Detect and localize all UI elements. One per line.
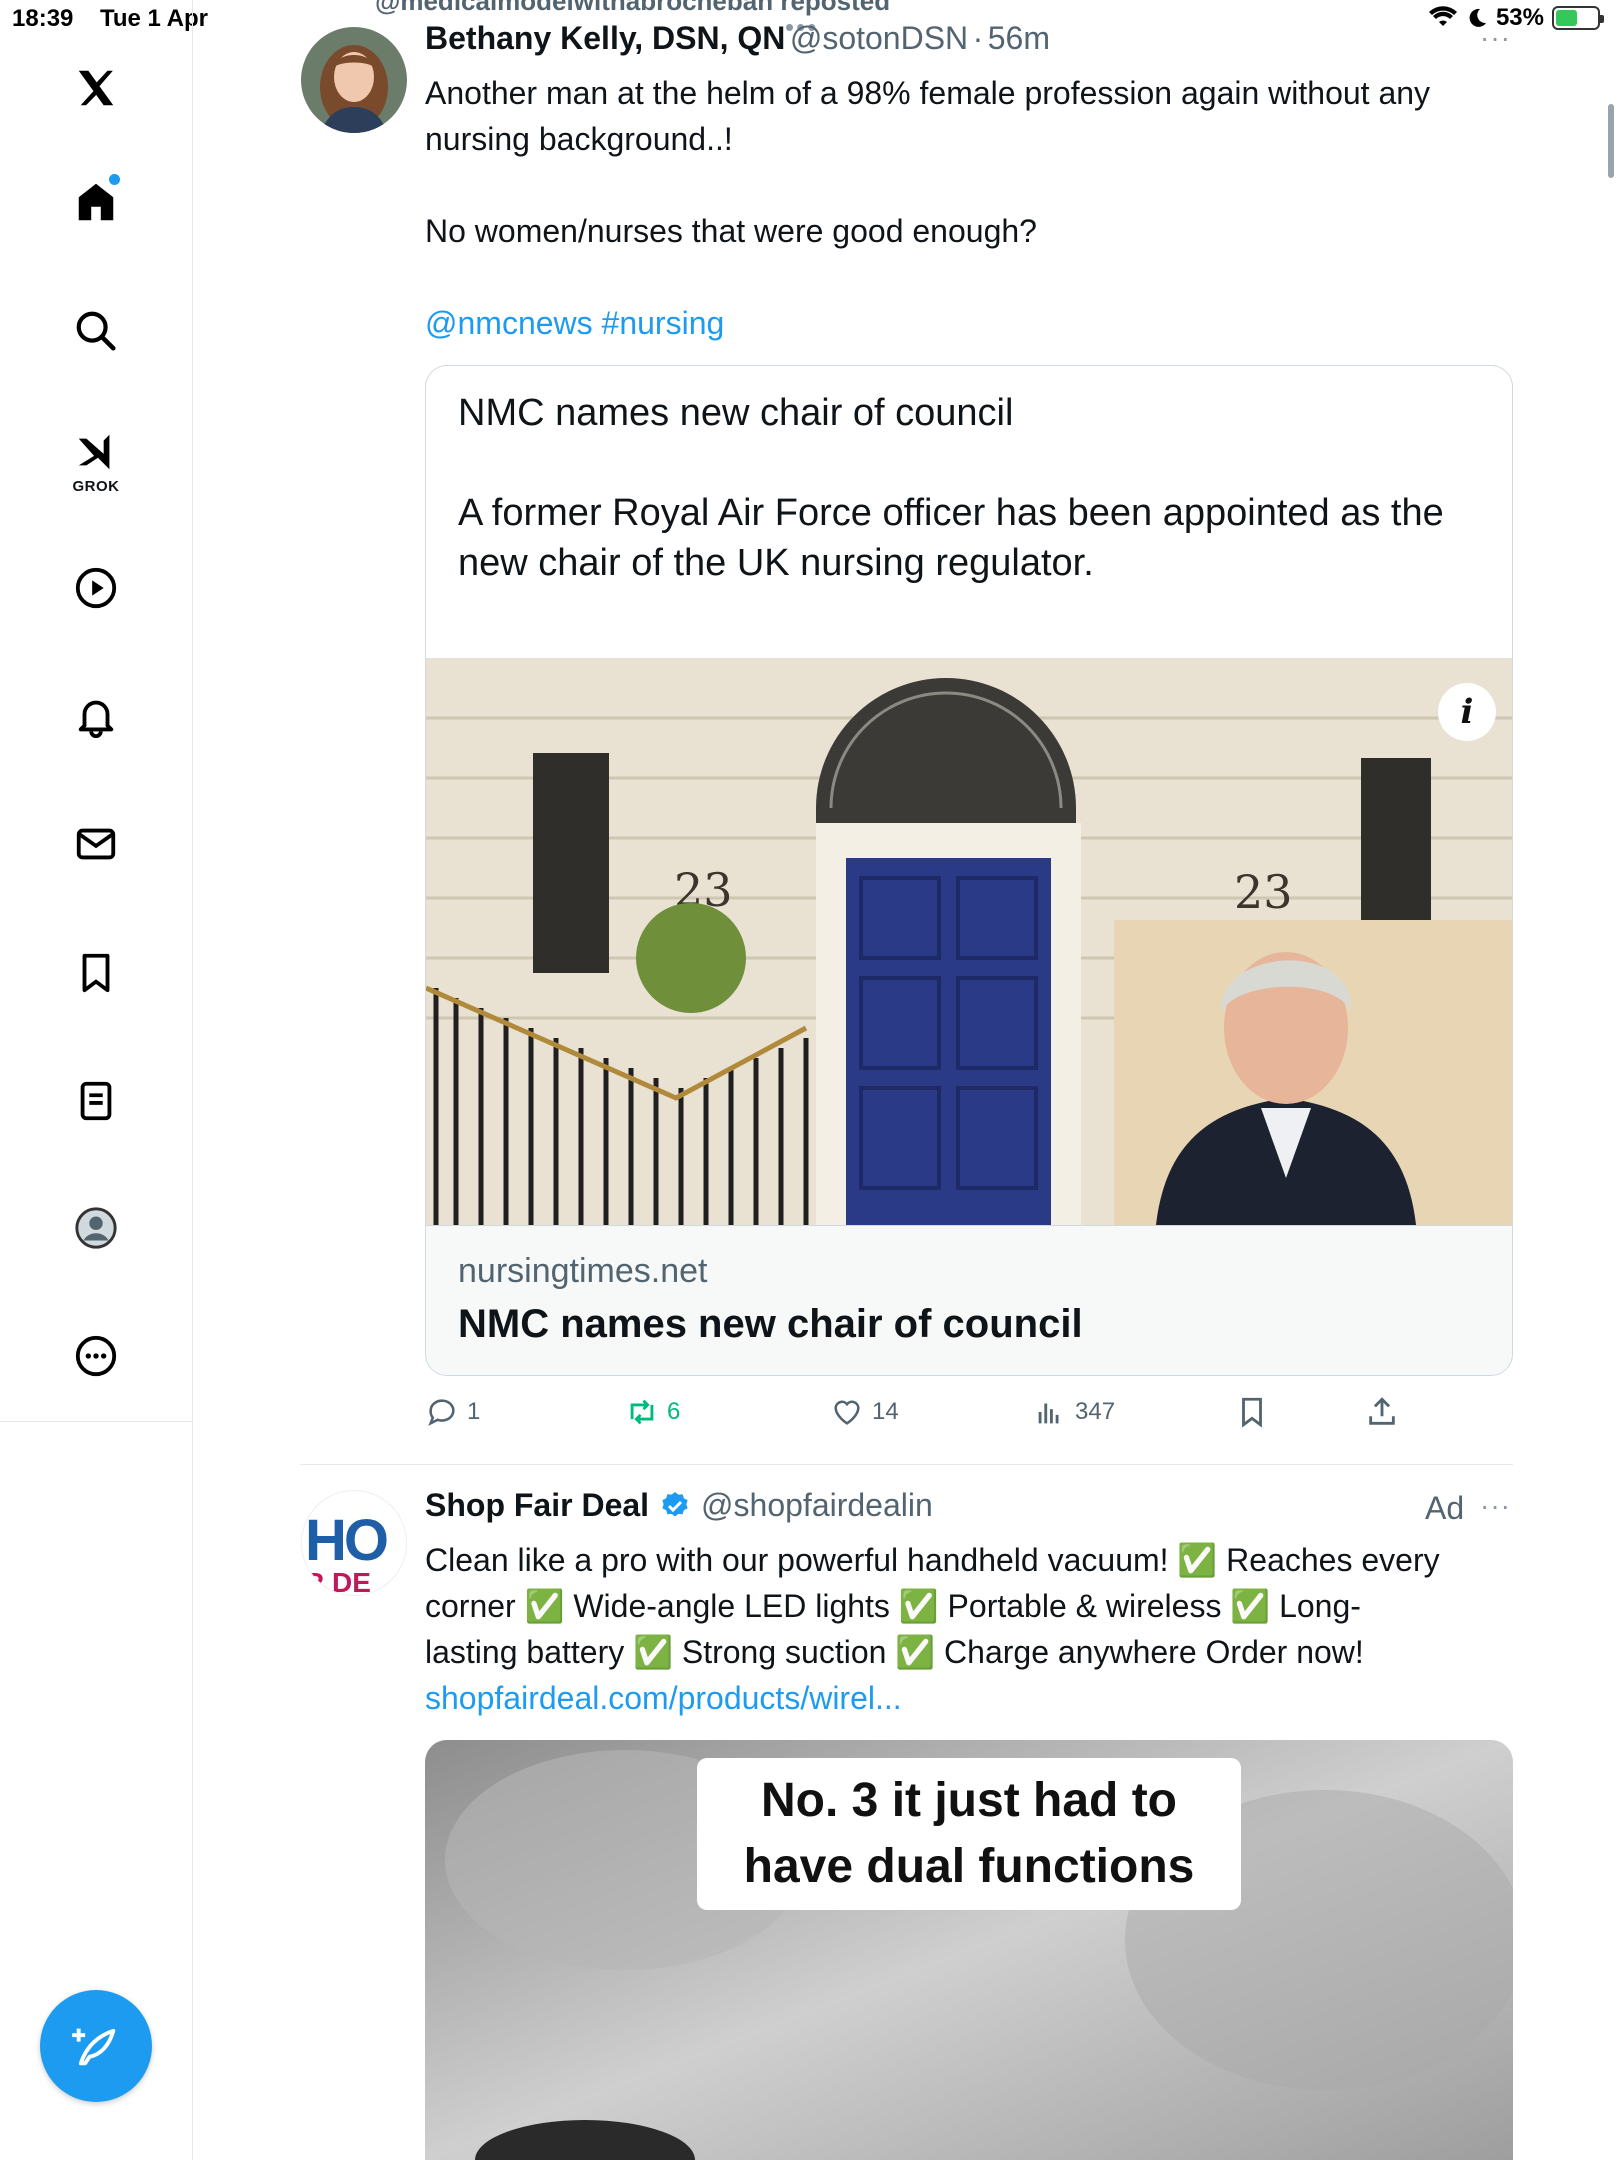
building-number: 23 xyxy=(1234,865,1293,919)
video-icon[interactable] xyxy=(66,558,126,618)
card-domain: nursingtimes.net xyxy=(458,1252,708,1290)
repost-button[interactable]: 6 xyxy=(625,1395,680,1429)
tweet-text-line: nursing background..! xyxy=(425,121,733,157)
card-spacer xyxy=(458,438,1478,488)
x-logo-icon[interactable] xyxy=(66,58,126,118)
link-card[interactable]: NMC names new chair of council A former … xyxy=(425,365,1513,1376)
post-divider xyxy=(300,1464,1513,1465)
tweet-header: Shop Fair Deal @shopfairdealin xyxy=(425,1487,933,1524)
ad-avatar-logo-text: HO xyxy=(305,1508,389,1573)
info-badge-icon[interactable]: i xyxy=(1438,683,1496,741)
unread-dot xyxy=(109,174,120,185)
post-more-icon[interactable]: ··· xyxy=(1480,1490,1511,1522)
avatar[interactable] xyxy=(301,27,407,133)
share-button[interactable] xyxy=(1365,1395,1399,1429)
tweet-text-line: lasting battery ✅ Strong suction ✅ Charg… xyxy=(425,1634,1364,1670)
author-handle[interactable]: @sotonDSN xyxy=(790,20,968,56)
post-more-icon[interactable]: ··· xyxy=(1480,22,1511,54)
avatar[interactable]: HO R DE xyxy=(301,1490,407,1596)
tweet-body: Clean like a pro with our powerful handh… xyxy=(425,1537,1535,1721)
tweet-text-line: corner ✅ Wide-angle LED lights ✅ Portabl… xyxy=(425,1588,1361,1624)
messages-icon[interactable] xyxy=(66,814,126,874)
tweet-text-line: Clean like a pro with our powerful handh… xyxy=(425,1542,1440,1578)
author-name[interactable]: Shop Fair Deal xyxy=(425,1487,649,1524)
tweet-text-line: No women/nurses that were good enough? xyxy=(425,213,1037,249)
repost-icon xyxy=(630,1399,654,1425)
tweet-header: Bethany Kelly, DSN, QN @sotonDSN · 56m xyxy=(425,20,1050,57)
ad-avatar-logo-subtext: R DE xyxy=(304,1567,371,1596)
tweet-spacer xyxy=(425,254,1525,300)
card-footer[interactable]: nursingtimes.net NMC names new chair of … xyxy=(426,1225,1512,1375)
battery-level xyxy=(1556,10,1578,26)
reply-button[interactable]: 1 xyxy=(425,1395,480,1429)
time-separator: · xyxy=(972,20,984,56)
like-button[interactable]: 14 xyxy=(830,1395,899,1429)
view-count: 347 xyxy=(1075,1398,1116,1425)
sidebar: GROK xyxy=(0,0,193,1422)
notifications-icon[interactable] xyxy=(66,686,126,746)
compose-feather-icon xyxy=(72,2028,116,2066)
compose-post-button[interactable] xyxy=(40,1990,152,2102)
lists-icon[interactable] xyxy=(66,1071,126,1131)
mention-link[interactable]: @nmcnews xyxy=(425,305,593,341)
caption-line: No. 3 it just had to xyxy=(761,1774,1177,1827)
status-indicators: 53% xyxy=(1428,4,1604,32)
grok-icon[interactable] xyxy=(66,422,126,482)
repost-count: 6 xyxy=(667,1398,681,1425)
views-button[interactable]: 347 xyxy=(1033,1395,1115,1429)
verified-badge-icon xyxy=(662,1491,688,1517)
sidebar-divider xyxy=(192,1422,193,2160)
card-headline: NMC names new chair of council xyxy=(458,392,1014,434)
ad-video[interactable]: No. 3 it just had to have dual functions xyxy=(425,1740,1513,2160)
profile-icon[interactable] xyxy=(66,1198,126,1258)
tweet-actions: 1 6 14 347 xyxy=(425,1395,1525,1435)
reply-count: 1 xyxy=(467,1398,481,1425)
home-icon[interactable] xyxy=(66,172,126,232)
views-icon xyxy=(1038,1403,1059,1424)
ad-label: Ad xyxy=(1425,1490,1465,1526)
author-handle[interactable]: @shopfairdealin xyxy=(701,1487,933,1524)
scrollbar-thumb[interactable] xyxy=(1608,104,1614,178)
reply-icon xyxy=(428,1399,455,1426)
card-image[interactable]: 23 23 i xyxy=(426,658,1512,1225)
card-title: NMC names new chair of council xyxy=(458,1302,1083,1346)
tweet-text-line: Another man at the helm of a 98% female … xyxy=(425,75,1431,111)
search-icon[interactable] xyxy=(66,301,126,361)
video-caption: No. 3 it just had to have dual functions xyxy=(697,1758,1241,1910)
caption-line: have dual functions xyxy=(743,1840,1195,1893)
author-name[interactable]: Bethany Kelly, DSN, QN xyxy=(425,20,785,56)
tweet-body: Another man at the helm of a 98% female … xyxy=(425,70,1525,346)
bookmarks-icon[interactable] xyxy=(66,943,126,1003)
grok-label: GROK xyxy=(72,478,120,495)
heart-icon xyxy=(834,1400,860,1425)
bookmark-button[interactable] xyxy=(1235,1395,1269,1429)
like-count: 14 xyxy=(872,1398,899,1425)
share-icon xyxy=(1369,1397,1395,1425)
hashtag-link[interactable]: #nursing xyxy=(602,305,725,341)
more-icon[interactable] xyxy=(66,1326,126,1386)
ad-link[interactable]: shopfairdeal.com/products/wirel... xyxy=(425,1675,1535,1721)
card-text: NMC names new chair of council A former … xyxy=(458,388,1478,588)
post-time[interactable]: 56m xyxy=(988,20,1050,56)
tweet-spacer xyxy=(425,162,1525,208)
battery-icon xyxy=(1552,6,1604,30)
bookmark-icon xyxy=(1242,1397,1262,1428)
tweet-links: @nmcnews #nursing xyxy=(425,300,1525,346)
wifi-icon xyxy=(1428,6,1457,26)
card-summary: A former Royal Air Force officer has bee… xyxy=(458,492,1444,584)
